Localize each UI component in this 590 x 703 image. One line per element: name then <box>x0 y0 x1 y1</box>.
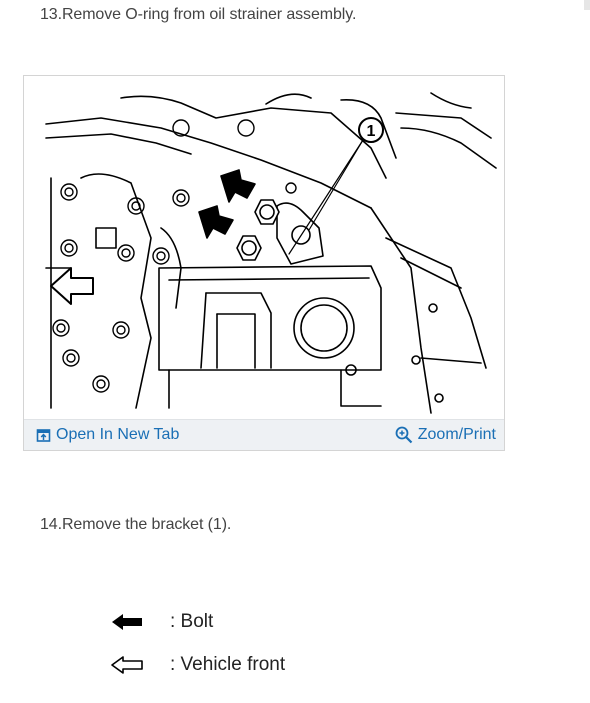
legend-vehicle-front-label: : Vehicle front <box>170 654 286 675</box>
outline-arrow-left-icon <box>111 656 143 674</box>
page-edge-shading <box>584 0 590 10</box>
callout-number: 1 <box>367 123 376 140</box>
figure-toolbar: Open In New Tab Zoom/Print <box>24 419 504 450</box>
figure-container: 1 Open In New Tab Zoom/Print <box>23 75 505 451</box>
step-13-text: 13.Remove O-ring from oil strainer assem… <box>40 6 357 23</box>
zoom-print-label: Zoom/Print <box>417 426 496 443</box>
legend-item-bolt: : Bolt <box>110 611 213 633</box>
oil-strainer-diagram: 1 <box>41 88 497 418</box>
zoom-print-link[interactable]: Zoom/Print <box>395 426 496 444</box>
legend-item-vehicle-front: : Vehicle front <box>110 654 285 676</box>
open-in-new-tab-label: Open In New Tab <box>56 426 180 443</box>
legend-bolt-label: : Bolt <box>170 611 214 632</box>
step-14-text: 14.Remove the bracket (1). <box>40 516 232 533</box>
solid-arrow-left-icon <box>112 614 142 630</box>
open-in-new-tab-link[interactable]: Open In New Tab <box>36 426 179 444</box>
open-new-tab-icon <box>36 428 51 442</box>
zoom-magnifier-icon <box>395 426 413 444</box>
